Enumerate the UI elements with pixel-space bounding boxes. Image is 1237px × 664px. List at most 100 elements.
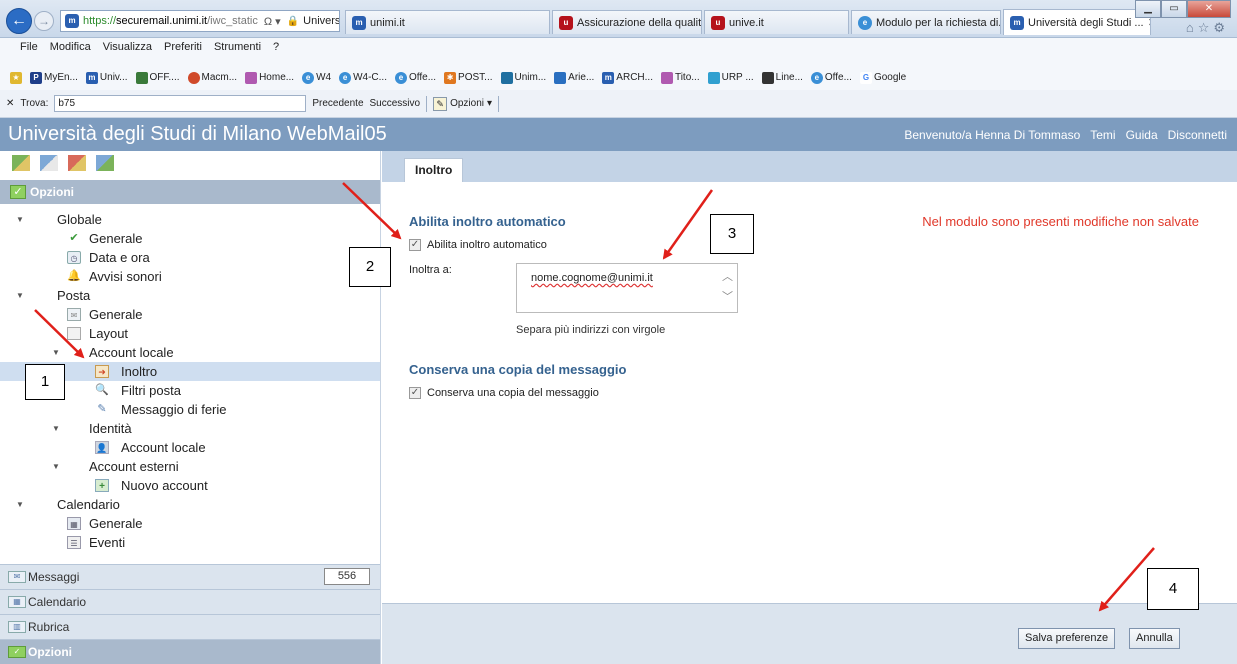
- layout-icon: [67, 327, 81, 340]
- bookmark-item[interactable]: OFF....: [135, 66, 180, 90]
- address-bar[interactable]: m https://securemail.unimi.it/iwc_static…: [60, 10, 340, 32]
- tree-item-calendario-generale[interactable]: ▦ Generale: [0, 514, 380, 533]
- content-tab-strip: Inoltro: [382, 151, 1237, 182]
- find-next-button[interactable]: Successivo: [370, 98, 421, 109]
- chevron-up-icon[interactable]: ︿: [722, 268, 733, 284]
- bookmark-item[interactable]: Tito...: [660, 66, 700, 90]
- tree-item-eventi[interactable]: ☰ Eventi: [0, 533, 380, 552]
- forward-to-value: nome.cognome@unimi.it: [531, 272, 653, 284]
- find-prev-button[interactable]: Precedente: [312, 98, 363, 109]
- browser-tab-unimi[interactable]: m unimi.it: [345, 10, 550, 34]
- tree-group-account-locale[interactable]: ▼ Account locale: [0, 343, 380, 362]
- tree-group-identita[interactable]: ▼ Identità: [0, 419, 380, 438]
- browser-tab-unive[interactable]: u unive.it: [704, 10, 849, 34]
- forward-arrow-icon[interactable]: →: [34, 11, 54, 31]
- tree-group-calendario[interactable]: ▼ Calendario: [0, 495, 380, 514]
- gear-icon[interactable]: ⚙: [1213, 20, 1229, 35]
- caret-down-icon[interactable]: ▼: [16, 210, 24, 229]
- find-input[interactable]: b75: [54, 95, 307, 112]
- nav-messages[interactable]: ✉ Messaggi 556: [0, 564, 380, 589]
- bookmark-item[interactable]: e Offe...: [394, 66, 436, 90]
- browser-toolbar-icons: ⌂☆⚙: [1186, 20, 1229, 36]
- menu-modifica[interactable]: Modifica: [50, 38, 91, 56]
- menu-visualizza[interactable]: Visualizza: [103, 38, 152, 56]
- bookmarks-bar: ★ P MyEn... m Univ... OFF.... Macm... Home…: [0, 56, 1237, 90]
- bookmark-item[interactable]: e Offe...: [810, 66, 852, 90]
- tree-item-globale-generale[interactable]: ✔ Generale: [0, 229, 380, 248]
- clock-icon: ◷: [67, 251, 81, 264]
- star-icon[interactable]: ☆: [1198, 20, 1214, 35]
- delete-icon[interactable]: [68, 155, 86, 171]
- caret-down-icon[interactable]: ▼: [16, 495, 24, 514]
- keep-copy-checkbox[interactable]: ✓: [409, 387, 421, 399]
- compose-icon[interactable]: [12, 155, 30, 171]
- tree-group-posta[interactable]: ▼ Posta: [0, 286, 380, 305]
- close-icon[interactable]: ✕: [6, 98, 14, 109]
- find-options-button[interactable]: ✎ Opzioni ▾: [433, 96, 492, 111]
- tree-item-posta-generale[interactable]: ✉ Generale: [0, 305, 380, 324]
- menu-preferiti[interactable]: Preferiti: [164, 38, 202, 56]
- tree-item-messaggio-ferie[interactable]: ✎ Messaggio di ferie: [0, 400, 380, 419]
- nav-calendar[interactable]: ▦ Calendario: [0, 589, 380, 614]
- bookmark-item[interactable]: Line...: [761, 66, 803, 90]
- nav-contacts[interactable]: ▥ Rubrica: [0, 614, 380, 639]
- url-host: securemail.unimi.it: [116, 15, 208, 27]
- nav-options[interactable]: ✓ Opzioni: [0, 639, 380, 664]
- tree-group-account-esterni[interactable]: ▼ Account esterni: [0, 457, 380, 476]
- tree-item-layout[interactable]: Layout: [0, 324, 380, 343]
- section-title-auto-forward: Abilita inoltro automatico: [409, 214, 566, 229]
- tree-item-nuovo-account[interactable]: + Nuovo account: [0, 476, 380, 495]
- forward-to-textarea[interactable]: nome.cognome@unimi.it ︿ ﹀: [516, 263, 738, 313]
- add-icon[interactable]: [96, 155, 114, 171]
- tab-label: Università degli Studi ...: [1028, 16, 1144, 29]
- bookmark-item[interactable]: e W4: [302, 66, 331, 90]
- bookmark-item[interactable]: P MyEn...: [30, 66, 78, 90]
- caret-down-icon[interactable]: ▼: [52, 419, 60, 438]
- caret-down-icon[interactable]: ▼: [52, 457, 60, 476]
- tree-item-data-ora[interactable]: ◷ Data e ora: [0, 248, 380, 267]
- window-close-icon[interactable]: ✕: [1187, 0, 1231, 18]
- themes-link[interactable]: Temi: [1090, 128, 1115, 142]
- home-icon[interactable]: ⌂: [1186, 20, 1198, 35]
- cancel-button[interactable]: Annulla: [1129, 628, 1180, 649]
- caret-down-icon[interactable]: ▼: [52, 343, 60, 362]
- menu-file[interactable]: File: [20, 38, 38, 56]
- mail-icon: ✉: [8, 571, 26, 583]
- options-header: ✓ Opzioni: [0, 180, 380, 204]
- bookmark-item[interactable]: ✱ POST...: [444, 66, 493, 90]
- url-scheme: https://: [83, 15, 117, 27]
- tree-item-avvisi-sonori[interactable]: 🔔 Avvisi sonori: [0, 267, 380, 286]
- chevron-down-icon[interactable]: ﹀: [722, 288, 733, 304]
- search-dropdown-icon[interactable]: Ω ▾: [264, 15, 281, 28]
- tab-inoltro[interactable]: Inoltro: [404, 158, 464, 182]
- bookmark-item[interactable]: e W4-C...: [339, 66, 387, 90]
- menu-strumenti[interactable]: Strumenti: [214, 38, 261, 56]
- bookmark-item[interactable]: G Google: [859, 66, 906, 90]
- menu-help[interactable]: ?: [273, 38, 279, 56]
- browser-tab-assicurazione[interactable]: u Assicurazione della qualit...: [552, 10, 702, 34]
- browser-tab-webmail[interactable]: m Università degli Studi ... ✕: [1003, 9, 1151, 35]
- bookmark-item[interactable]: URP ...: [707, 66, 754, 90]
- find-label: Trova:: [20, 98, 49, 109]
- enable-forward-checkbox[interactable]: ✓: [409, 239, 421, 251]
- help-link[interactable]: Guida: [1126, 128, 1158, 142]
- logout-link[interactable]: Disconnetti: [1168, 128, 1227, 142]
- minimize-icon[interactable]: ▁: [1135, 0, 1161, 18]
- keep-copy-label: Conserva una copia del messaggio: [427, 387, 599, 399]
- maximize-icon[interactable]: ▭: [1161, 0, 1187, 18]
- calendar-icon: ▦: [8, 596, 26, 608]
- back-arrow-icon[interactable]: ←: [6, 8, 32, 34]
- caret-down-icon[interactable]: ▼: [16, 286, 24, 305]
- bookmark-item[interactable]: Unim...: [500, 66, 546, 90]
- bookmark-item[interactable]: Home...: [245, 66, 294, 90]
- bookmark-item[interactable]: Macm...: [187, 66, 237, 90]
- tree-group-globale[interactable]: ▼ Globale: [0, 210, 380, 229]
- bookmark-item[interactable]: m ARCH...: [602, 66, 653, 90]
- bookmark-item[interactable]: Arie...: [554, 66, 594, 90]
- move-icon[interactable]: [40, 155, 58, 171]
- save-preferences-button[interactable]: Salva preferenze: [1018, 628, 1116, 649]
- browser-tab-modulo[interactable]: e Modulo per la richiesta di...: [851, 10, 1001, 34]
- calendar-icon: ▦: [67, 517, 81, 530]
- bookmark-item[interactable]: m Univ...: [85, 66, 128, 90]
- tree-item-identita-account-locale[interactable]: 👤 Account locale: [0, 438, 380, 457]
